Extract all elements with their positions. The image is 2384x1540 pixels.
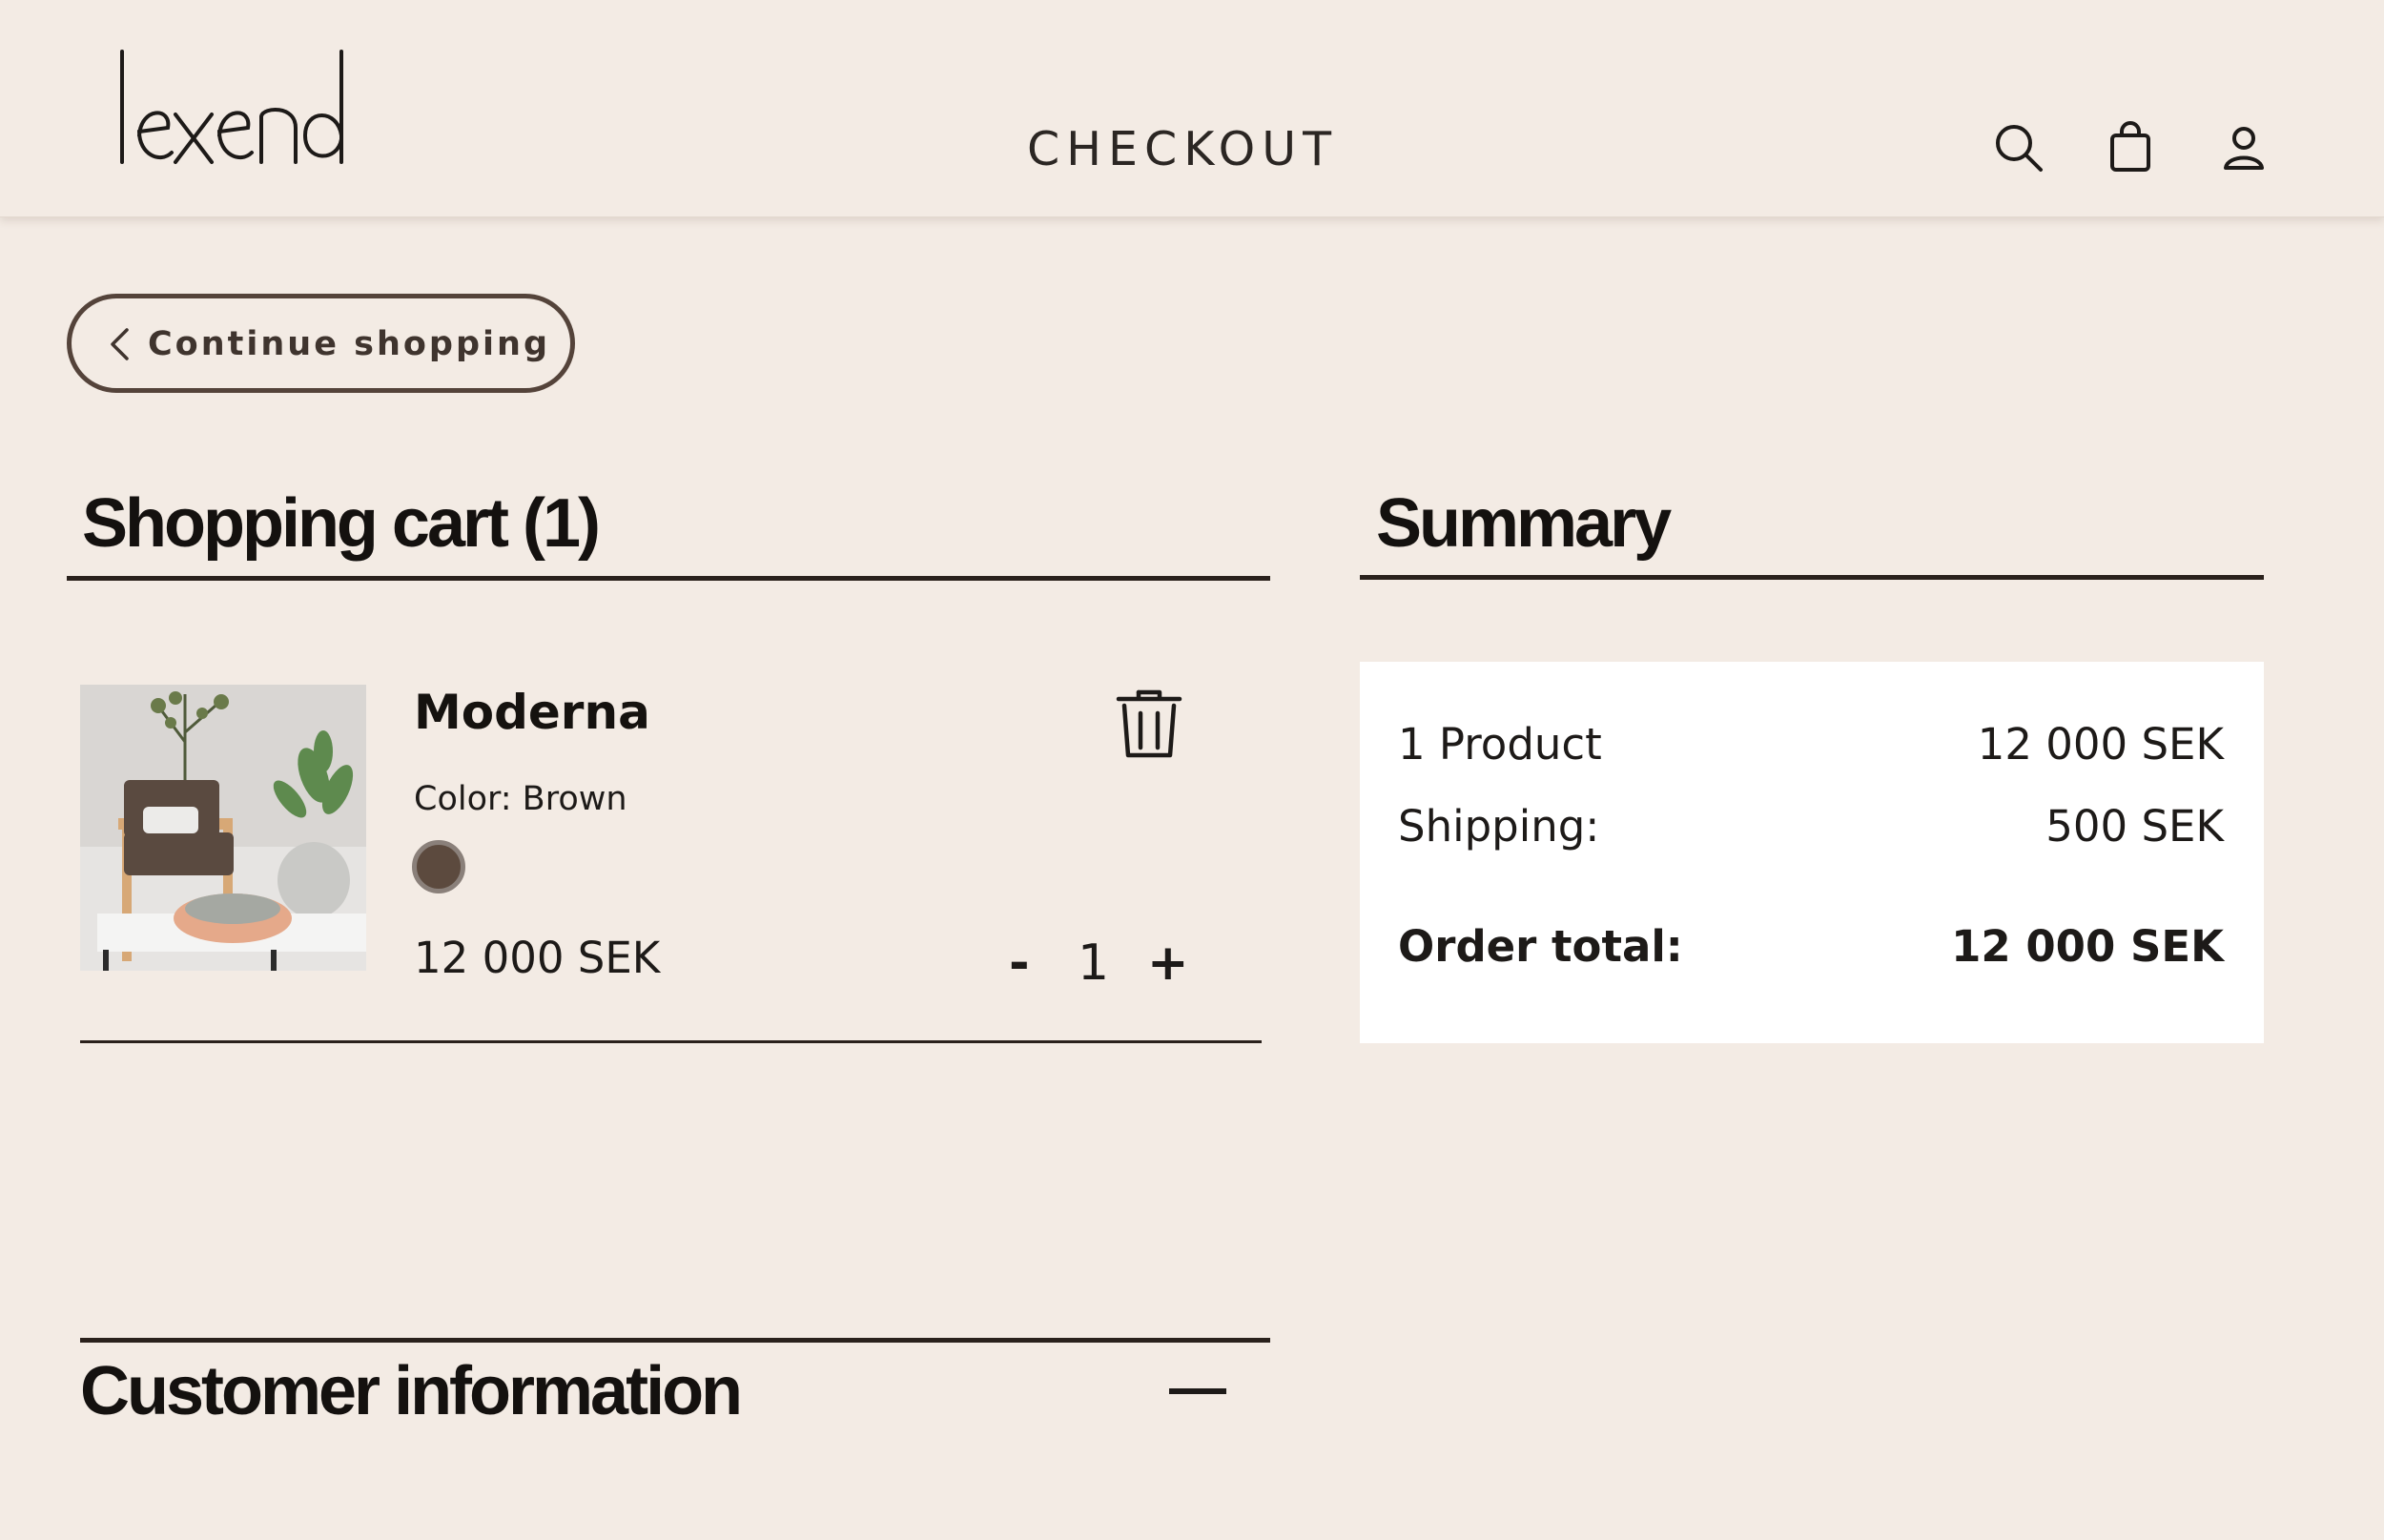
chevron-left-icon	[111, 328, 129, 360]
color-swatch-brown[interactable]	[412, 840, 465, 893]
summary-title-divider	[1360, 575, 2264, 580]
search-icon[interactable]	[1991, 120, 2046, 175]
customer-info-title[interactable]: Customer information	[80, 1352, 743, 1430]
continue-shopping-button[interactable]: Continue shopping	[67, 294, 575, 393]
quantity-increase-button[interactable]: +	[1147, 934, 1189, 992]
summary-panel: 1 Product 12 000 SEK Shipping: 500 SEK O…	[1360, 662, 2264, 1043]
page-title: CHECKOUT	[1026, 122, 1339, 176]
cart-title: Shopping cart (1)	[82, 485, 601, 562]
product-image[interactable]	[80, 685, 366, 971]
user-icon[interactable]	[2216, 120, 2271, 175]
product-price: 12 000 SEK	[414, 933, 661, 983]
quantity-value: 1	[1078, 934, 1110, 992]
site-header: CHECKOUT	[0, 0, 2384, 217]
summary-shipping-value: 500 SEK	[2045, 801, 2224, 852]
customer-info-divider	[80, 1338, 1270, 1343]
cart-title-divider	[67, 576, 1270, 581]
product-color-label: Color: Brown	[414, 780, 627, 818]
trash-icon[interactable]	[1114, 685, 1184, 761]
quantity-decrease-button[interactable]: -	[1009, 934, 1030, 992]
collapse-minus-icon[interactable]	[1169, 1388, 1226, 1394]
cart-item-divider	[80, 1040, 1262, 1043]
summary-title: Summary	[1376, 485, 1672, 562]
order-total-label: Order total:	[1398, 921, 1683, 972]
product-name[interactable]: Moderna	[414, 685, 650, 740]
continue-shopping-label: Continue shopping	[148, 325, 551, 363]
summary-products-label: 1 Product	[1398, 719, 1602, 770]
order-total-value: 12 000 SEK	[1951, 921, 2224, 972]
lexend-logo[interactable]	[113, 40, 351, 174]
shopping-bag-icon[interactable]	[2104, 120, 2159, 175]
summary-products-value: 12 000 SEK	[1977, 719, 2224, 770]
summary-shipping-label: Shipping:	[1398, 801, 1600, 852]
